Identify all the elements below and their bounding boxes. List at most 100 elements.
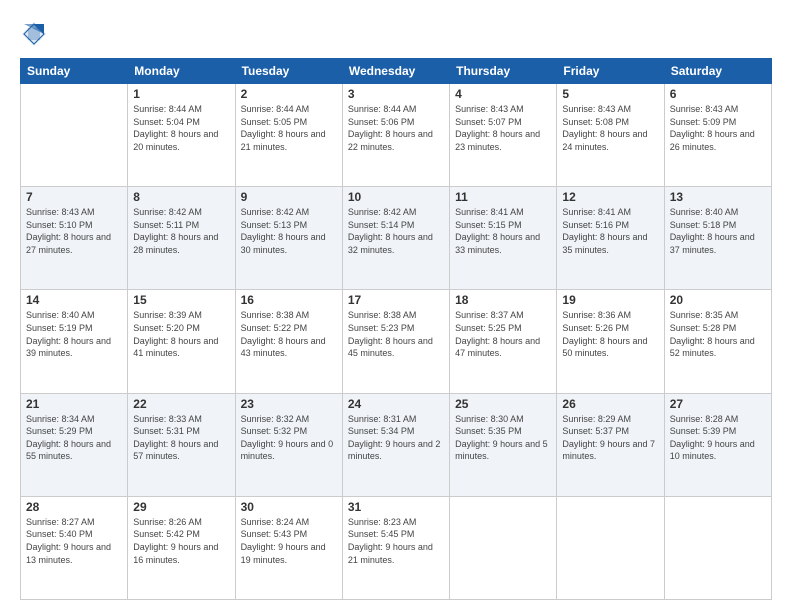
calendar-cell: 7 Sunrise: 8:43 AM Sunset: 5:10 PM Dayli… — [21, 187, 128, 290]
day-number: 10 — [348, 190, 444, 204]
day-number: 7 — [26, 190, 122, 204]
weekday-header-saturday: Saturday — [664, 59, 771, 84]
sunset-text: Sunset: 5:31 PM — [133, 425, 229, 438]
logo-icon — [20, 20, 48, 48]
daylight-text: Daylight: 8 hours and 20 minutes. — [133, 128, 229, 153]
day-number: 18 — [455, 293, 551, 307]
sunrise-text: Sunrise: 8:42 AM — [133, 206, 229, 219]
calendar-cell: 25 Sunrise: 8:30 AM Sunset: 5:35 PM Dayl… — [450, 393, 557, 496]
calendar-cell: 17 Sunrise: 8:38 AM Sunset: 5:23 PM Dayl… — [342, 290, 449, 393]
daylight-text: Daylight: 9 hours and 2 minutes. — [348, 438, 444, 463]
sunset-text: Sunset: 5:06 PM — [348, 116, 444, 129]
weekday-header-wednesday: Wednesday — [342, 59, 449, 84]
day-info: Sunrise: 8:30 AM Sunset: 5:35 PM Dayligh… — [455, 413, 551, 463]
day-info: Sunrise: 8:28 AM Sunset: 5:39 PM Dayligh… — [670, 413, 766, 463]
weekday-header-tuesday: Tuesday — [235, 59, 342, 84]
sunrise-text: Sunrise: 8:27 AM — [26, 516, 122, 529]
weekday-header-row: SundayMondayTuesdayWednesdayThursdayFrid… — [21, 59, 772, 84]
day-info: Sunrise: 8:32 AM Sunset: 5:32 PM Dayligh… — [241, 413, 337, 463]
day-number: 23 — [241, 397, 337, 411]
daylight-text: Daylight: 8 hours and 28 minutes. — [133, 231, 229, 256]
day-info: Sunrise: 8:26 AM Sunset: 5:42 PM Dayligh… — [133, 516, 229, 566]
daylight-text: Daylight: 8 hours and 22 minutes. — [348, 128, 444, 153]
day-info: Sunrise: 8:39 AM Sunset: 5:20 PM Dayligh… — [133, 309, 229, 359]
sunset-text: Sunset: 5:29 PM — [26, 425, 122, 438]
day-info: Sunrise: 8:43 AM Sunset: 5:09 PM Dayligh… — [670, 103, 766, 153]
sunrise-text: Sunrise: 8:29 AM — [562, 413, 658, 426]
sunrise-text: Sunrise: 8:41 AM — [562, 206, 658, 219]
daylight-text: Daylight: 8 hours and 37 minutes. — [670, 231, 766, 256]
sunset-text: Sunset: 5:13 PM — [241, 219, 337, 232]
calendar-cell — [664, 496, 771, 599]
sunrise-text: Sunrise: 8:24 AM — [241, 516, 337, 529]
sunrise-text: Sunrise: 8:31 AM — [348, 413, 444, 426]
calendar-cell: 13 Sunrise: 8:40 AM Sunset: 5:18 PM Dayl… — [664, 187, 771, 290]
sunset-text: Sunset: 5:35 PM — [455, 425, 551, 438]
calendar-cell: 29 Sunrise: 8:26 AM Sunset: 5:42 PM Dayl… — [128, 496, 235, 599]
sunrise-text: Sunrise: 8:44 AM — [133, 103, 229, 116]
calendar-cell: 21 Sunrise: 8:34 AM Sunset: 5:29 PM Dayl… — [21, 393, 128, 496]
day-number: 26 — [562, 397, 658, 411]
calendar-cell: 12 Sunrise: 8:41 AM Sunset: 5:16 PM Dayl… — [557, 187, 664, 290]
day-number: 17 — [348, 293, 444, 307]
calendar-cell: 27 Sunrise: 8:28 AM Sunset: 5:39 PM Dayl… — [664, 393, 771, 496]
calendar-cell: 6 Sunrise: 8:43 AM Sunset: 5:09 PM Dayli… — [664, 84, 771, 187]
sunset-text: Sunset: 5:14 PM — [348, 219, 444, 232]
day-info: Sunrise: 8:23 AM Sunset: 5:45 PM Dayligh… — [348, 516, 444, 566]
day-info: Sunrise: 8:43 AM Sunset: 5:10 PM Dayligh… — [26, 206, 122, 256]
daylight-text: Daylight: 8 hours and 43 minutes. — [241, 335, 337, 360]
calendar-cell: 5 Sunrise: 8:43 AM Sunset: 5:08 PM Dayli… — [557, 84, 664, 187]
daylight-text: Daylight: 8 hours and 27 minutes. — [26, 231, 122, 256]
day-info: Sunrise: 8:38 AM Sunset: 5:23 PM Dayligh… — [348, 309, 444, 359]
day-number: 22 — [133, 397, 229, 411]
sunset-text: Sunset: 5:34 PM — [348, 425, 444, 438]
sunset-text: Sunset: 5:18 PM — [670, 219, 766, 232]
calendar-cell: 15 Sunrise: 8:39 AM Sunset: 5:20 PM Dayl… — [128, 290, 235, 393]
page: SundayMondayTuesdayWednesdayThursdayFrid… — [0, 0, 792, 612]
sunset-text: Sunset: 5:28 PM — [670, 322, 766, 335]
daylight-text: Daylight: 9 hours and 5 minutes. — [455, 438, 551, 463]
daylight-text: Daylight: 8 hours and 57 minutes. — [133, 438, 229, 463]
sunrise-text: Sunrise: 8:42 AM — [241, 206, 337, 219]
sunrise-text: Sunrise: 8:28 AM — [670, 413, 766, 426]
day-info: Sunrise: 8:44 AM Sunset: 5:05 PM Dayligh… — [241, 103, 337, 153]
daylight-text: Daylight: 8 hours and 45 minutes. — [348, 335, 444, 360]
day-number: 28 — [26, 500, 122, 514]
day-info: Sunrise: 8:44 AM Sunset: 5:06 PM Dayligh… — [348, 103, 444, 153]
calendar-cell — [450, 496, 557, 599]
daylight-text: Daylight: 9 hours and 16 minutes. — [133, 541, 229, 566]
sunset-text: Sunset: 5:43 PM — [241, 528, 337, 541]
daylight-text: Daylight: 8 hours and 35 minutes. — [562, 231, 658, 256]
daylight-text: Daylight: 9 hours and 10 minutes. — [670, 438, 766, 463]
day-number: 3 — [348, 87, 444, 101]
calendar-cell: 14 Sunrise: 8:40 AM Sunset: 5:19 PM Dayl… — [21, 290, 128, 393]
day-number: 8 — [133, 190, 229, 204]
sunset-text: Sunset: 5:20 PM — [133, 322, 229, 335]
calendar-cell: 23 Sunrise: 8:32 AM Sunset: 5:32 PM Dayl… — [235, 393, 342, 496]
sunrise-text: Sunrise: 8:37 AM — [455, 309, 551, 322]
daylight-text: Daylight: 9 hours and 21 minutes. — [348, 541, 444, 566]
sunset-text: Sunset: 5:39 PM — [670, 425, 766, 438]
day-info: Sunrise: 8:43 AM Sunset: 5:08 PM Dayligh… — [562, 103, 658, 153]
calendar-cell: 20 Sunrise: 8:35 AM Sunset: 5:28 PM Dayl… — [664, 290, 771, 393]
daylight-text: Daylight: 8 hours and 41 minutes. — [133, 335, 229, 360]
sunrise-text: Sunrise: 8:32 AM — [241, 413, 337, 426]
sunrise-text: Sunrise: 8:39 AM — [133, 309, 229, 322]
sunset-text: Sunset: 5:15 PM — [455, 219, 551, 232]
sunset-text: Sunset: 5:25 PM — [455, 322, 551, 335]
weekday-header-friday: Friday — [557, 59, 664, 84]
day-number: 16 — [241, 293, 337, 307]
calendar-cell — [557, 496, 664, 599]
calendar-week-row: 21 Sunrise: 8:34 AM Sunset: 5:29 PM Dayl… — [21, 393, 772, 496]
day-number: 9 — [241, 190, 337, 204]
sunrise-text: Sunrise: 8:34 AM — [26, 413, 122, 426]
day-number: 27 — [670, 397, 766, 411]
day-info: Sunrise: 8:42 AM Sunset: 5:14 PM Dayligh… — [348, 206, 444, 256]
sunrise-text: Sunrise: 8:38 AM — [241, 309, 337, 322]
daylight-text: Daylight: 8 hours and 26 minutes. — [670, 128, 766, 153]
calendar-cell: 3 Sunrise: 8:44 AM Sunset: 5:06 PM Dayli… — [342, 84, 449, 187]
day-number: 25 — [455, 397, 551, 411]
sunrise-text: Sunrise: 8:42 AM — [348, 206, 444, 219]
day-number: 12 — [562, 190, 658, 204]
sunset-text: Sunset: 5:05 PM — [241, 116, 337, 129]
